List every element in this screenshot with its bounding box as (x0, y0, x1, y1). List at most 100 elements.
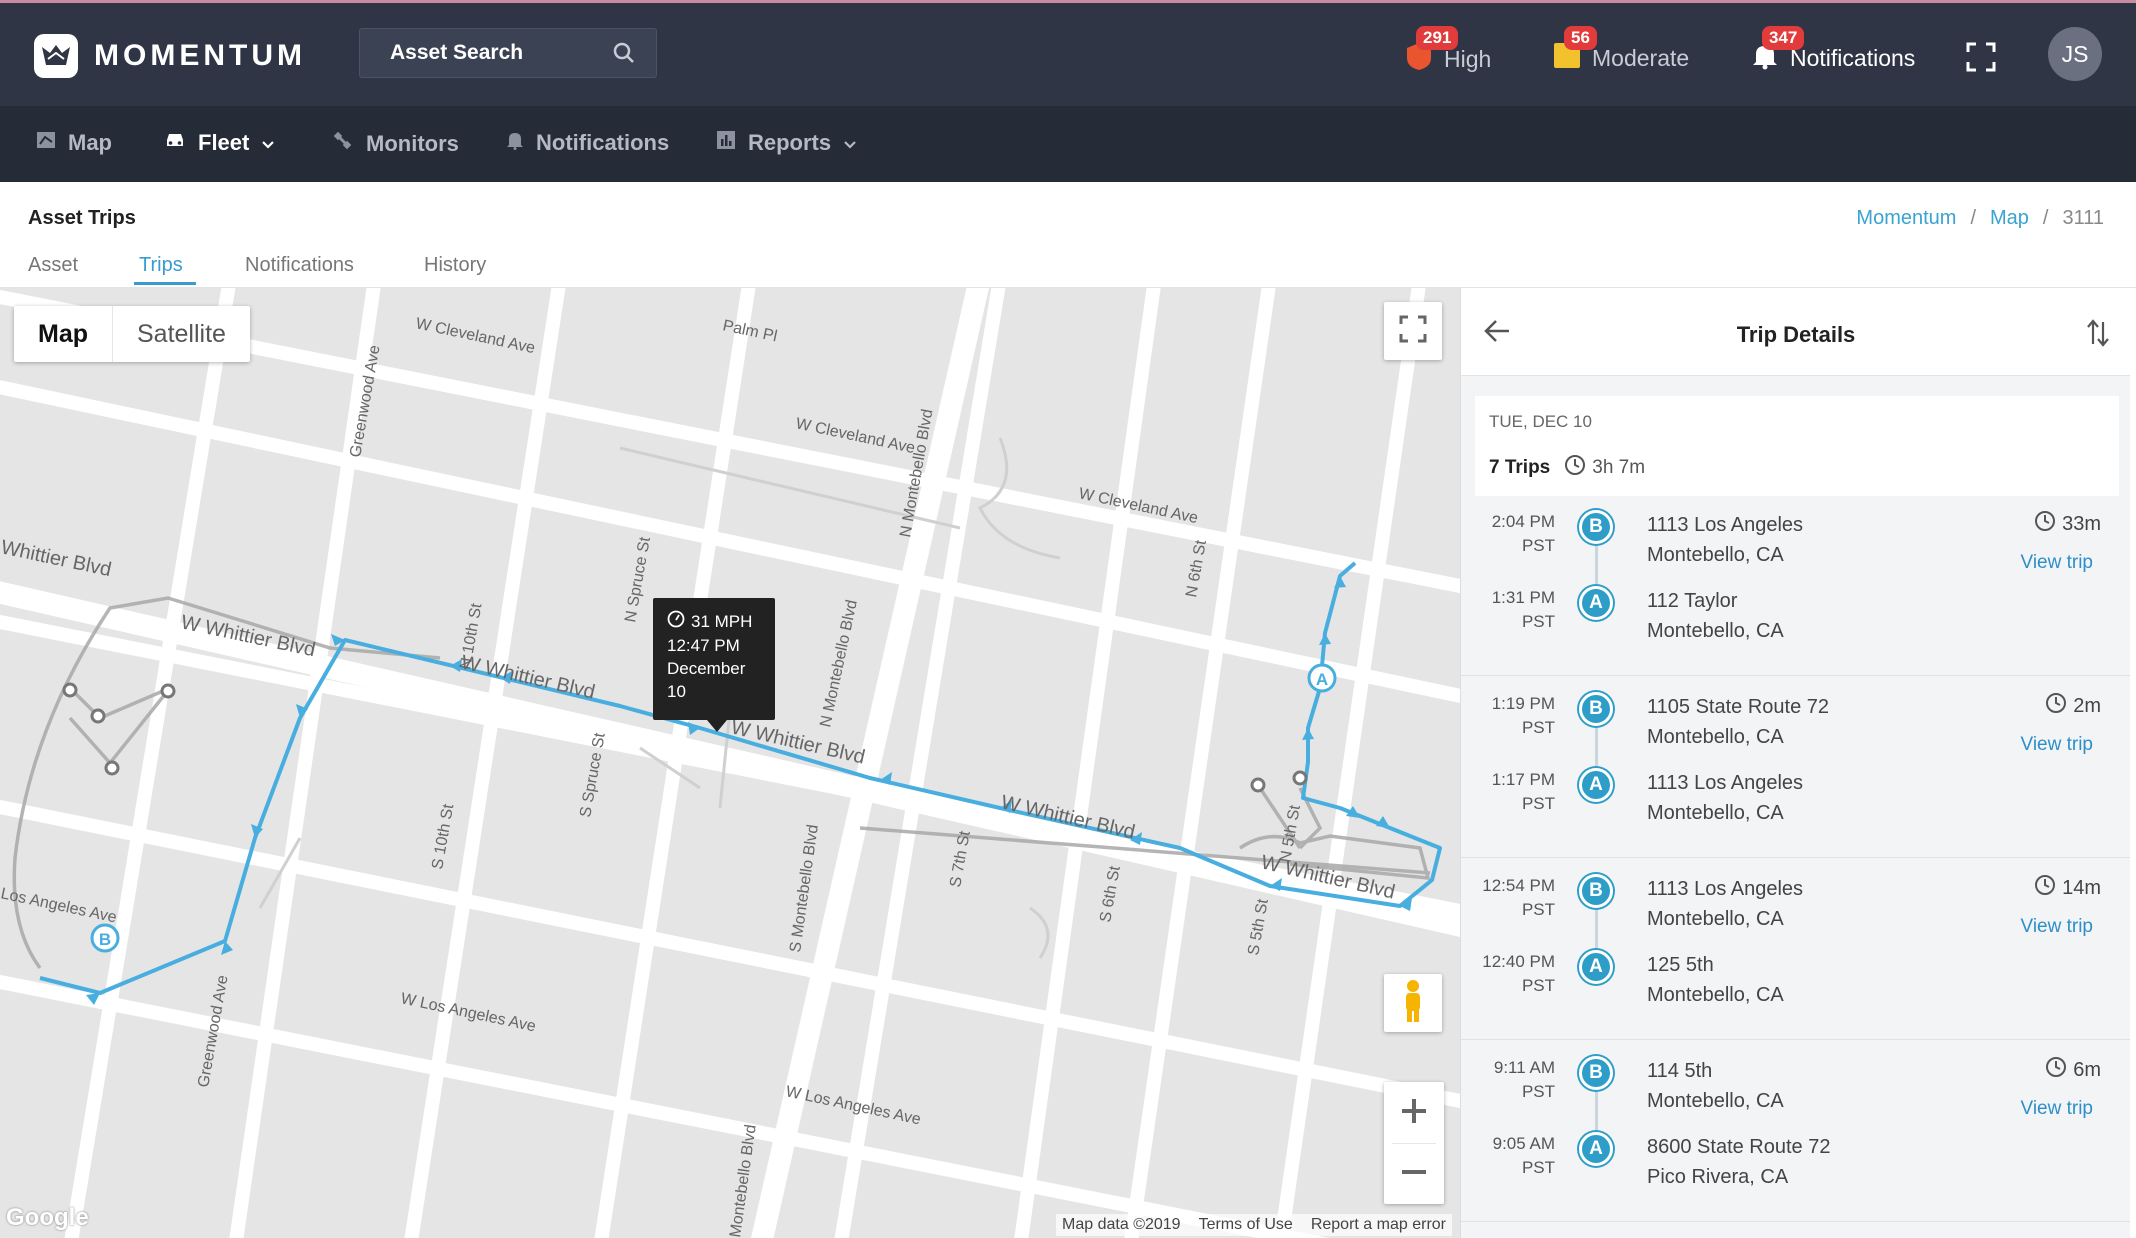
pegman-icon (1400, 979, 1426, 1028)
minus-icon (1400, 1151, 1428, 1196)
trip-end-marker: B (1579, 1056, 1613, 1090)
clock-icon (2034, 510, 2056, 538)
trip-start-address: 1113 Los Angeles Montebello, CA (1647, 768, 1803, 828)
map-view[interactable]: A B W Cleveland Ave Palm Pl W Cleveland … (0, 288, 1460, 1238)
map-canvas[interactable]: A B W Cleveland Ave Palm Pl W Cleveland … (0, 288, 1460, 1238)
trip-duration-value: 6m (2073, 1058, 2101, 1081)
view-trip-link[interactable]: View trip (2020, 1098, 2093, 1120)
moderate-alerts-count: 56 (1564, 26, 1597, 50)
street-label: Whittier Blvd (0, 536, 113, 581)
speedometer-icon (667, 610, 685, 635)
map-type-map-button[interactable]: Map (14, 306, 113, 362)
address-line1: 112 Taylor (1647, 590, 1738, 612)
address-line2: Montebello, CA (1647, 1090, 1784, 1112)
clock-icon (1564, 454, 1586, 482)
time-zone: PST (1521, 611, 1555, 631)
nav-item-monitors[interactable]: Monitors (332, 130, 459, 158)
trip-item[interactable]: 9:11 AM PST B 114 5th Montebello, CA 9:05 … (1461, 1042, 2130, 1222)
trip-start-time: 1:17 PM PST (1471, 768, 1555, 816)
map-fullscreen-button[interactable] (1384, 302, 1442, 360)
trip-end-time: 1:19 PM PST (1471, 692, 1555, 740)
nav-item-fleet[interactable]: Fleet (164, 130, 275, 156)
view-trip-link[interactable]: View trip (2020, 552, 2093, 574)
trip-start-address: 125 5th Montebello, CA (1647, 950, 1784, 1010)
breadcrumb-map[interactable]: Map (1990, 207, 2029, 230)
trip-duration: 6m (2045, 1056, 2101, 1084)
address-line2: Pico Rivera, CA (1647, 1166, 1789, 1188)
tab-trips[interactable]: Trips (139, 254, 183, 277)
trip-end-address: 1113 Los Angeles Montebello, CA (1647, 874, 1803, 934)
notifications-alerts[interactable]: 347 Notifications (1750, 26, 1915, 76)
trip-details-panel: Trip Details TUE, DEC 10 7 Trips 3h 7m 2… (1460, 288, 2130, 1238)
clock-icon (2034, 874, 2056, 902)
street-label: S 7th St (947, 829, 974, 889)
street-view-button[interactable] (1384, 974, 1442, 1032)
terms-of-use-link[interactable]: Terms of Use (1199, 1216, 1293, 1234)
street-label: W Los Angeles Ave (399, 990, 537, 1035)
high-alerts[interactable]: 291 High (1404, 26, 1491, 78)
report-map-error-link[interactable]: Report a map error (1311, 1216, 1446, 1234)
trip-start-marker: A (1579, 950, 1613, 984)
street-label: S 5th St (1245, 897, 1272, 957)
trip-start-marker: A (1579, 586, 1613, 620)
address-line2: Montebello, CA (1647, 984, 1784, 1006)
trip-item[interactable]: 1:19 PM PST B 1105 State Route 72 Montebel… (1461, 678, 2130, 858)
breadcrumb-momentum[interactable]: Momentum (1856, 207, 1956, 230)
time-zone: PST (1521, 717, 1555, 737)
time-zone: PST (1521, 535, 1555, 555)
trip-end-address: 1105 State Route 72 Montebello, CA (1647, 692, 1829, 752)
map-footer: Map data ©2019 Terms of Use Report a map… (1056, 1214, 1452, 1236)
page-title: Asset Trips (28, 207, 136, 229)
tab-asset[interactable]: Asset (28, 254, 78, 277)
zoom-out-button[interactable] (1384, 1143, 1444, 1204)
trip-end-time: 2:04 PM PST (1471, 510, 1555, 558)
trip-start-marker[interactable]: A (1307, 663, 1337, 693)
view-trip-link[interactable]: View trip (2020, 734, 2093, 756)
street-label: S 10th St (429, 802, 457, 870)
breadcrumb: Momentum / Map / 3111 (1856, 207, 2104, 230)
map-type-satellite-button[interactable]: Satellite (113, 306, 250, 362)
time-value: 1:19 PM (1491, 694, 1555, 713)
satellite-icon (332, 130, 354, 158)
address-line2: Montebello, CA (1647, 802, 1784, 824)
total-duration-value: 3h 7m (1592, 457, 1646, 478)
trip-start-address: 112 Taylor Montebello, CA (1647, 586, 1784, 646)
zoom-in-button[interactable] (1384, 1082, 1444, 1143)
tab-notifications[interactable]: Notifications (245, 254, 354, 277)
zoom-divider (1392, 1143, 1436, 1144)
breadcrumb-separator: / (2042, 207, 2049, 229)
nav-item-reports[interactable]: Reports (716, 130, 857, 156)
main-nav (0, 106, 2136, 182)
trip-duration-value: 2m (2073, 694, 2101, 717)
trip-item[interactable]: 2:04 PM PST B 1113 Los Angeles Montebello,… (1461, 496, 2130, 676)
chart-icon (716, 130, 736, 156)
app-logo[interactable]: MOMENTUM (34, 34, 306, 78)
nav-item-notifications[interactable]: Notifications (506, 130, 669, 156)
search-icon[interactable] (612, 41, 636, 71)
clock-icon (2045, 692, 2067, 720)
trip-end-marker[interactable]: B (90, 923, 120, 953)
trip-end-marker: B (1579, 510, 1613, 544)
sort-icon[interactable] (2087, 318, 2109, 353)
view-trip-link[interactable]: View trip (2020, 916, 2093, 938)
asset-search-input[interactable]: Asset Search (359, 28, 657, 78)
time-value: 9:11 AM (1493, 1058, 1555, 1077)
trip-end-address: 1113 Los Angeles Montebello, CA (1647, 510, 1803, 570)
tooltip-speed-row: 31 MPH (667, 610, 761, 635)
address-line2: Montebello, CA (1647, 544, 1784, 566)
street-label: N 5th St (1277, 803, 1304, 863)
tooltip-speed: 31 MPH (691, 612, 753, 631)
moderate-alerts[interactable]: 56 Moderate (1552, 26, 1689, 76)
tab-history[interactable]: History (424, 254, 486, 277)
street-label: N Montebello Blvd (817, 598, 861, 729)
total-duration: 3h 7m (1564, 454, 1645, 482)
user-avatar[interactable]: JS (2048, 27, 2102, 81)
nav-item-map[interactable]: Map (36, 130, 112, 156)
breadcrumb-current: 3111 (2062, 207, 2104, 229)
fullscreen-icon[interactable] (1966, 42, 1996, 77)
trip-start-marker: A (1579, 1132, 1613, 1166)
trip-item[interactable]: 12:54 PM PST B 1113 Los Angeles Montebello… (1461, 860, 2130, 1040)
time-zone: PST (1521, 975, 1555, 995)
address-line1: 1113 Los Angeles (1647, 772, 1804, 794)
trip-point-tooltip: 31 MPH 12:47 PM December 10 (653, 598, 775, 732)
